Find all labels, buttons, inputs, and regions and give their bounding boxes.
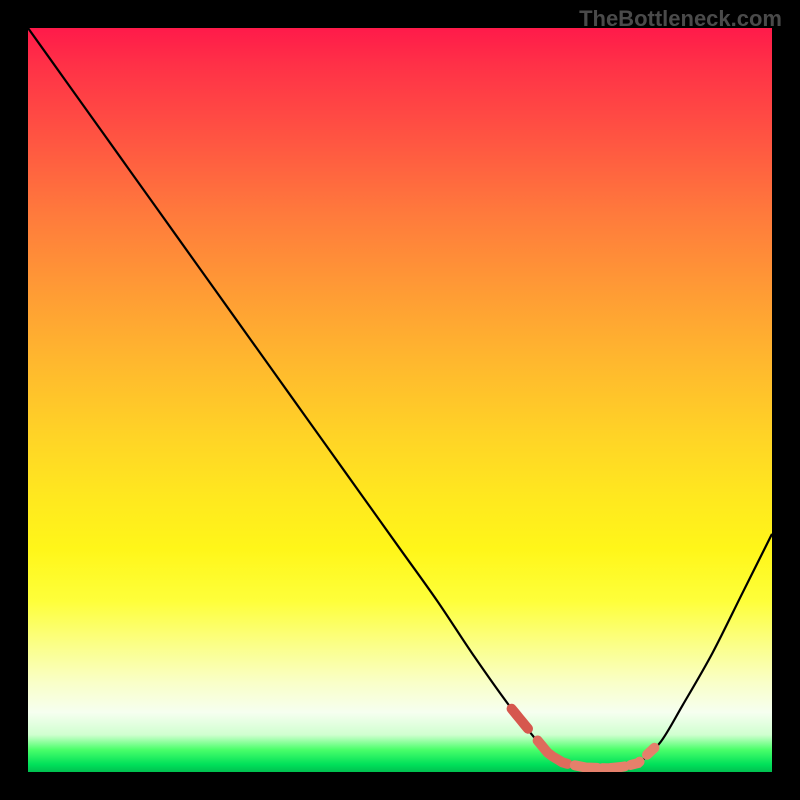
curve-svg [28, 28, 772, 772]
watermark-text: TheBottleneck.com [579, 6, 782, 32]
optimal-zone-highlight [512, 709, 655, 768]
plot-area [28, 28, 772, 772]
bottleneck-curve-path [28, 28, 772, 768]
